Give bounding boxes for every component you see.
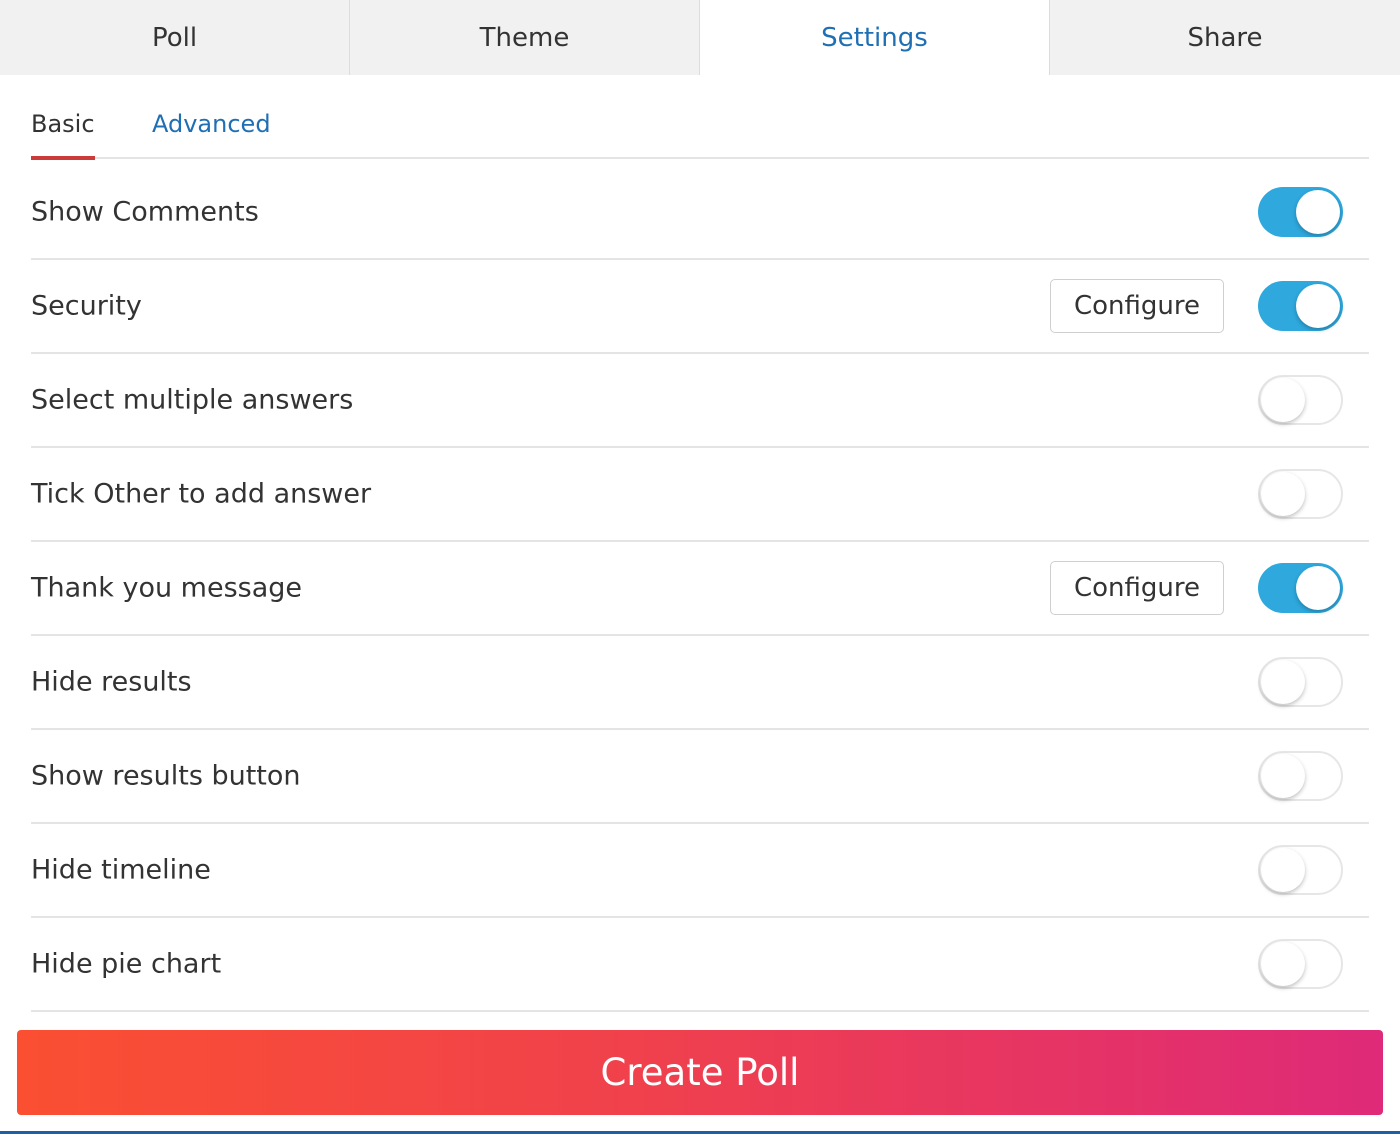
show-results-button-toggle[interactable] xyxy=(1258,751,1343,801)
tab-label: Share xyxy=(1187,22,1263,53)
security-toggle[interactable] xyxy=(1258,281,1343,331)
hide-results-toggle[interactable] xyxy=(1258,657,1343,707)
setting-label: Select multiple answers xyxy=(31,384,354,416)
thank-you-toggle[interactable] xyxy=(1258,563,1343,613)
tick-other-toggle[interactable] xyxy=(1258,469,1343,519)
setting-label: Hide results xyxy=(31,666,192,698)
hide-timeline-toggle[interactable] xyxy=(1258,845,1343,895)
setting-label: Security xyxy=(31,290,142,322)
setting-row-hide-results: Hide results xyxy=(31,636,1369,730)
setting-row-tick-other: Tick Other to add answer xyxy=(31,448,1369,542)
poll-editor: Poll Theme Settings Share Basic Advanced… xyxy=(0,0,1400,1134)
sub-tab-advanced[interactable]: Advanced xyxy=(152,110,271,159)
setting-row-security: Security Configure xyxy=(31,260,1369,354)
toggle-knob xyxy=(1261,848,1305,892)
setting-label: Thank you message xyxy=(31,572,303,604)
toggle-knob xyxy=(1261,754,1305,798)
setting-row-show-comments: Show Comments xyxy=(31,166,1369,260)
toggle-knob xyxy=(1261,472,1305,516)
security-configure-button[interactable]: Configure xyxy=(1050,279,1224,333)
create-poll-button[interactable]: Create Poll xyxy=(17,1030,1383,1115)
tab-theme[interactable]: Theme xyxy=(350,0,700,75)
setting-row-select-multiple: Select multiple answers xyxy=(31,354,1369,448)
tab-label: Settings xyxy=(821,22,928,53)
setting-label: Show results button xyxy=(31,760,301,792)
tab-share[interactable]: Share xyxy=(1050,0,1400,75)
setting-label: Hide timeline xyxy=(31,854,211,886)
toggle-knob xyxy=(1296,284,1340,328)
toggle-knob xyxy=(1296,190,1340,234)
setting-row-thank-you: Thank you message Configure xyxy=(31,542,1369,636)
settings-sub-tab-bar: Basic Advanced xyxy=(31,95,1369,160)
setting-label: Hide pie chart xyxy=(31,948,222,980)
setting-row-show-results-button: Show results button xyxy=(31,730,1369,824)
select-multiple-toggle[interactable] xyxy=(1258,375,1343,425)
tab-label: Theme xyxy=(479,22,570,53)
toggle-knob xyxy=(1261,378,1305,422)
settings-list: Show Comments Security Configure Select … xyxy=(31,166,1369,1012)
hide-pie-chart-toggle[interactable] xyxy=(1258,939,1343,989)
setting-label: Tick Other to add answer xyxy=(31,478,372,510)
setting-row-hide-timeline: Hide timeline xyxy=(31,824,1369,918)
thank-you-configure-button[interactable]: Configure xyxy=(1050,561,1224,615)
show-comments-toggle[interactable] xyxy=(1258,187,1343,237)
top-tab-bar: Poll Theme Settings Share xyxy=(0,0,1400,75)
setting-label: Show Comments xyxy=(31,196,259,228)
tab-poll[interactable]: Poll xyxy=(0,0,350,75)
tab-label: Poll xyxy=(151,22,198,53)
setting-row-hide-pie-chart: Hide pie chart xyxy=(31,918,1369,1012)
toggle-knob xyxy=(1296,566,1340,610)
toggle-knob xyxy=(1261,942,1305,986)
toggle-knob xyxy=(1261,660,1305,704)
tab-settings[interactable]: Settings xyxy=(700,0,1050,75)
sub-tab-basic[interactable]: Basic xyxy=(31,110,95,160)
